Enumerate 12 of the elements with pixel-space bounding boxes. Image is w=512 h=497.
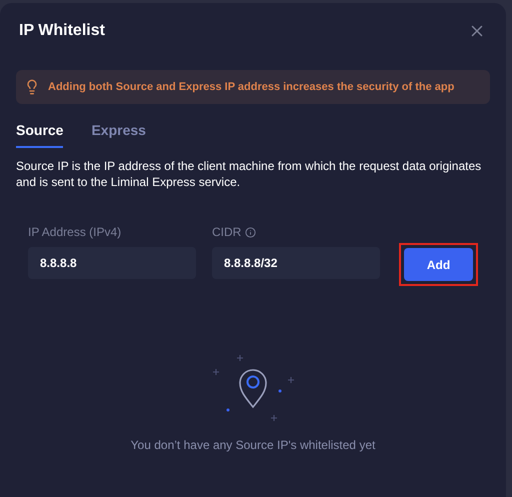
input-field[interactable]: 8.8.8.8/32 [212,247,380,279]
add-button[interactable]: Add [404,248,473,281]
tab[interactable]: Source [16,120,64,148]
dialog-title: IP Whitelist [19,21,105,41]
tab[interactable]: Express [91,120,146,148]
alert-text: Adding both Source and Express IP address increases the security of the app [48,80,454,95]
input-field[interactable]: 8.8.8.8 [28,247,196,279]
field-label: CIDR [212,224,242,241]
field-label: IP Address (IPv4) [28,224,122,241]
description-text: Source IP is the IP address of the client machine from which the request data originates and is sent to the Liminal Express service. [16,158,482,190]
empty-state-text: You don’t have any Source IP's whitelisted yet [130,437,376,454]
info-icon [245,226,256,238]
